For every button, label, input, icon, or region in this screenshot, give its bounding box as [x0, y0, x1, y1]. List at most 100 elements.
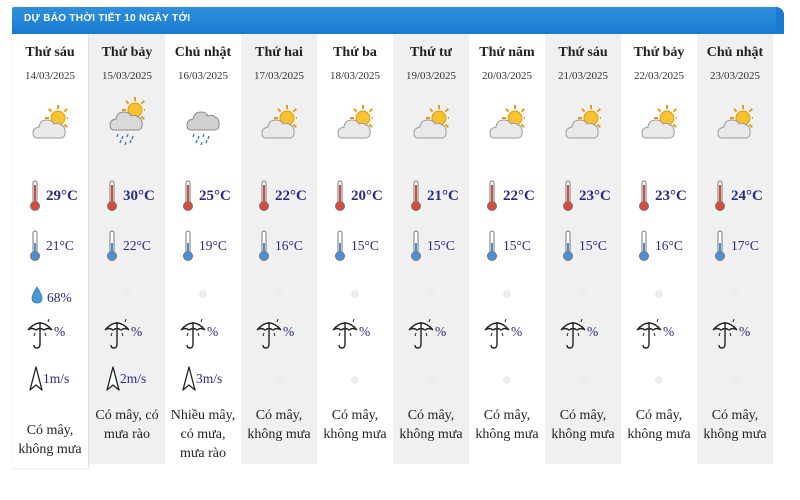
weather-description: Có mây, không mưa	[399, 408, 463, 442]
empty-dot-icon	[427, 376, 435, 384]
thermometer-hot-icon	[639, 180, 649, 217]
rain-value: %	[283, 324, 295, 339]
humidity-row: 68%	[12, 284, 88, 318]
temp-max-row: 30°C	[89, 180, 165, 214]
rain-row: %	[12, 318, 88, 352]
temp-min-value: 17°C	[731, 238, 759, 253]
weather-partly-cloudy-sun-icon	[717, 94, 756, 146]
temp-max-row: 24°C	[697, 180, 773, 214]
temp-max-value: 24°C	[731, 188, 763, 204]
umbrella-icon	[559, 316, 587, 355]
day-column: Thứ ba 18/03/2025 20°C 15°C% Có mây, không m…	[317, 34, 393, 464]
temp-max-row: 20°C	[317, 180, 393, 214]
weather-partly-cloudy-sun-icon	[565, 94, 604, 146]
weather-partly-cloudy-sun-icon	[413, 94, 452, 146]
temp-max-row: 22°C	[469, 180, 545, 214]
day-date: 20/03/2025	[481, 70, 533, 82]
temp-max-value: 29°C	[46, 188, 78, 204]
rain-value: %	[359, 324, 371, 339]
temp-min-value: 19°C	[199, 238, 227, 253]
day-date: 21/03/2025	[557, 70, 609, 82]
wind-arrow-icon	[106, 366, 120, 397]
thermometer-cold-icon	[30, 230, 40, 267]
temp-max-value: 22°C	[503, 188, 535, 204]
day-name: Chủ nhật	[174, 45, 232, 60]
day-date: 18/03/2025	[329, 70, 381, 82]
day-column: Thứ bảy 22/03/2025 23°C 16°C% Có mây, không …	[621, 34, 697, 464]
weather-partly-cloudy-sun-icon	[261, 94, 300, 146]
thermometer-cold-icon	[411, 230, 421, 267]
empty-dot-icon	[351, 290, 359, 298]
humidity-row	[241, 284, 317, 318]
temp-max-row: 22°C	[241, 180, 317, 214]
thermometer-cold-icon	[259, 230, 269, 267]
empty-dot-icon	[123, 290, 131, 298]
day-column: Thứ hai 17/03/2025 22°C 16°C% Có mây, không …	[241, 34, 317, 464]
day-date: 16/03/2025	[177, 70, 229, 82]
temp-min-row: 15°C	[317, 230, 393, 264]
wind-arrow-icon	[29, 366, 43, 397]
temp-min-row: 16°C	[241, 230, 317, 264]
umbrella-icon	[407, 316, 435, 355]
thermometer-hot-icon	[411, 180, 421, 217]
wind-row: 3m/s	[165, 366, 241, 400]
wind-value: 3m/s	[196, 371, 223, 386]
wind-row	[241, 366, 317, 400]
humidity-value: 68%	[47, 290, 72, 305]
empty-dot-icon	[655, 376, 663, 384]
temp-max-value: 30°C	[123, 188, 155, 204]
wind-arrow-icon	[182, 366, 196, 397]
humidity-row	[393, 284, 469, 318]
thermometer-hot-icon	[487, 180, 497, 217]
temp-min-value: 16°C	[655, 238, 683, 253]
weather-partly-cloudy-sun-icon	[489, 94, 528, 146]
empty-dot-icon	[427, 290, 435, 298]
temp-min-value: 21°C	[46, 238, 74, 253]
weather-partly-cloudy-sun-icon	[337, 94, 376, 146]
weather-description: Có mây, không mưa	[475, 408, 539, 442]
temp-max-row: 23°C	[621, 180, 697, 214]
thermometer-cold-icon	[487, 230, 497, 267]
day-name: Thứ năm	[479, 45, 535, 60]
temp-max-value: 23°C	[655, 188, 687, 204]
rain-row: %	[545, 318, 621, 352]
thermometer-cold-icon	[563, 230, 573, 267]
rain-value: %	[511, 324, 523, 339]
rain-value: %	[131, 324, 143, 339]
temp-max-value: 21°C	[427, 188, 459, 204]
rain-value: %	[587, 324, 599, 339]
thermometer-hot-icon	[563, 180, 573, 217]
rain-row: %	[393, 318, 469, 352]
weather-description: Có mây, có mưa rào	[95, 408, 159, 442]
humidity-row	[89, 284, 165, 318]
day-column: Thứ năm 20/03/2025 22°C 15°C% Có mây, không …	[469, 34, 545, 464]
humidity-row	[317, 284, 393, 318]
rain-row: %	[89, 318, 165, 352]
day-date: 17/03/2025	[253, 70, 305, 82]
temp-max-row: 25°C	[165, 180, 241, 214]
empty-dot-icon	[351, 376, 359, 384]
humidity-row	[469, 284, 545, 318]
day-column: Chủ nhật 16/03/2025 25°C 19°C% 3m/s Nhiều mây…	[165, 34, 241, 464]
forecast-days: Thứ sáu 14/03/2025 29°C 21°C 68%% 1m/s Có mây,…	[12, 34, 784, 470]
empty-dot-icon	[275, 376, 283, 384]
umbrella-icon	[483, 316, 511, 355]
temp-min-value: 16°C	[275, 238, 303, 253]
thermometer-hot-icon	[715, 180, 725, 217]
day-name: Thứ ba	[333, 45, 377, 60]
humidity-row	[697, 284, 773, 318]
wind-row	[317, 366, 393, 400]
temp-max-row: 21°C	[393, 180, 469, 214]
weather-partly-cloudy-sun-icon	[641, 94, 680, 146]
temp-max-value: 25°C	[199, 188, 231, 204]
thermometer-hot-icon	[183, 180, 193, 217]
thermometer-hot-icon	[335, 180, 345, 217]
day-name: Thứ bảy	[633, 45, 685, 60]
forecast-title: DỰ BÁO THỜI TIẾT 10 NGÀY TỚI	[24, 13, 191, 24]
weather-description: Nhiều mây, có mưa, mưa rào	[170, 408, 236, 461]
umbrella-icon	[103, 316, 131, 355]
day-column: Thứ sáu 21/03/2025 23°C 15°C% Có mây, không …	[545, 34, 621, 464]
day-name: Thứ sáu	[558, 45, 608, 60]
forecast-header: DỰ BÁO THỜI TIẾT 10 NGÀY TỚI	[12, 7, 784, 34]
empty-dot-icon	[199, 290, 207, 298]
